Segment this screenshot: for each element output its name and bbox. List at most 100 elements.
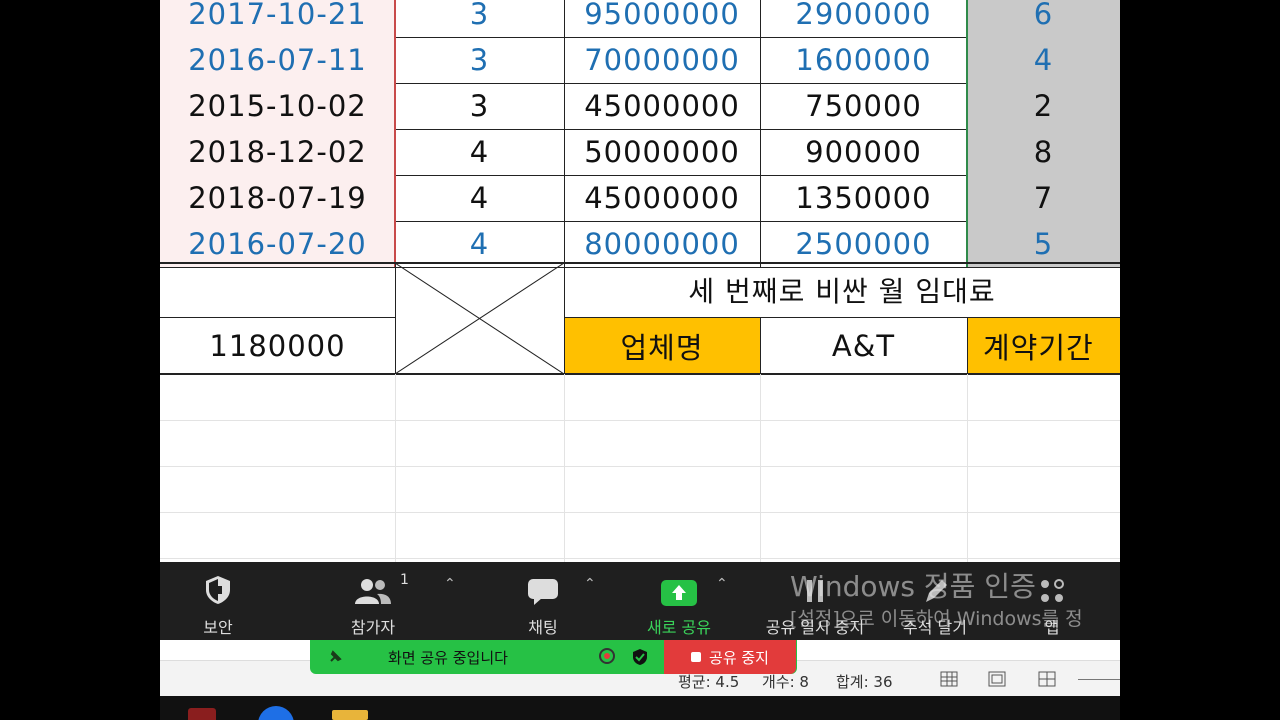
stop-share-label: 공유 중지 [709, 648, 769, 667]
period-label-cell[interactable]: 계약기간 [967, 317, 1120, 374]
count-cell[interactable]: 4 [395, 175, 564, 221]
company-value: A&T [831, 328, 896, 363]
rank-value: 7 [1033, 181, 1054, 215]
gridline [564, 374, 565, 562]
gridline [160, 466, 1120, 467]
empty-cell[interactable] [160, 263, 395, 317]
deposit-value: 80000000 [584, 227, 740, 261]
rank-cell[interactable]: 2 [967, 83, 1120, 129]
deposit-cell[interactable]: 50000000 [564, 129, 760, 175]
company-value-cell[interactable]: A&T [760, 317, 967, 374]
count-cell[interactable]: 3 [395, 0, 564, 37]
column-divider [394, 0, 396, 267]
apps-icon [1037, 562, 1067, 606]
summary-title-cell[interactable]: 세 번째로 비싼 월 임대료 [564, 263, 1120, 317]
participants-button[interactable]: 참가자 [340, 562, 406, 640]
divider [760, 317, 761, 374]
chevron-up-icon[interactable]: ⌃ [584, 576, 596, 592]
rank-cell[interactable]: 8 [967, 129, 1120, 175]
rent-value: 2500000 [795, 227, 932, 261]
rent-cell[interactable]: 1350000 [760, 175, 967, 221]
chat-button[interactable]: 채팅 [518, 562, 568, 640]
deposit-value: 45000000 [584, 181, 740, 215]
rent-cell[interactable]: 2900000 [760, 0, 967, 37]
rent-cell[interactable]: 2500000 [760, 221, 967, 267]
taskbar [160, 696, 1120, 720]
count-value: 4 [469, 181, 490, 215]
shield-icon [203, 562, 233, 606]
deposit-cell[interactable]: 70000000 [564, 37, 760, 83]
divider [160, 373, 1120, 375]
divider [395, 262, 396, 374]
date-cell[interactable]: 2015-10-02 [160, 83, 395, 129]
security-button[interactable]: 보안 [190, 562, 246, 640]
rank-cell[interactable]: 4 [967, 37, 1120, 83]
date-cell[interactable]: 2016-07-20 [160, 221, 395, 267]
chat-label: 채팅 [528, 618, 558, 637]
count-value: 3 [469, 43, 490, 77]
deposit-cell[interactable]: 45000000 [564, 175, 760, 221]
rank-value: 2 [1033, 89, 1054, 123]
rent-cell[interactable]: 900000 [760, 129, 967, 175]
rent-value: 750000 [805, 89, 922, 123]
record-icon[interactable] [599, 648, 615, 664]
count-cell[interactable]: 4 [395, 129, 564, 175]
new-share-button[interactable]: 새로 공유 [638, 562, 720, 640]
normal-view-icon[interactable] [940, 671, 958, 691]
count-cell[interactable]: 4 [395, 221, 564, 267]
folder-app-icon[interactable] [332, 710, 368, 720]
rank-cell[interactable]: 5 [967, 221, 1120, 267]
rank-cell[interactable]: 6 [967, 0, 1120, 37]
date-cell[interactable]: 2017-10-21 [160, 0, 395, 37]
rank-value: 8 [1033, 135, 1054, 169]
page-layout-icon[interactable] [988, 671, 1006, 691]
shield-check-icon[interactable] [632, 648, 648, 670]
zoom-app-icon[interactable] [258, 706, 294, 720]
divider [967, 317, 968, 374]
powerpoint-app-icon[interactable] [188, 708, 216, 720]
gridline [395, 374, 396, 562]
page-break-icon[interactable] [1038, 671, 1056, 691]
date-cell[interactable]: 2018-12-02 [160, 129, 395, 175]
count-value: 4 [469, 227, 490, 261]
pin-icon[interactable] [328, 648, 344, 668]
deposit-value: 95000000 [584, 0, 740, 31]
count-cell[interactable]: 3 [395, 37, 564, 83]
crossed-cell[interactable] [395, 263, 564, 374]
zoom-slider[interactable] [1078, 679, 1120, 680]
rank-cell[interactable]: 7 [967, 175, 1120, 221]
deposit-cell[interactable]: 80000000 [564, 221, 760, 267]
deposit-cell[interactable]: 45000000 [564, 83, 760, 129]
deposit-cell[interactable]: 95000000 [564, 0, 760, 37]
date-value: 2015-10-02 [188, 89, 367, 123]
period-label: 계약기간 [983, 330, 1094, 365]
date-value: 2016-07-20 [188, 227, 367, 261]
stop-share-button[interactable]: 공유 중지 [664, 640, 796, 674]
rent-cell[interactable]: 1600000 [760, 37, 967, 83]
summary-value-cell[interactable]: 1180000 [160, 317, 395, 374]
chat-icon [527, 562, 559, 606]
rank-value: 4 [1033, 43, 1054, 77]
deposit-value: 50000000 [584, 135, 740, 169]
company-label-cell[interactable]: 업체명 [564, 317, 760, 374]
count-cell[interactable]: 3 [395, 83, 564, 129]
share-screen-icon [661, 562, 697, 606]
date-value: 2018-12-02 [188, 135, 367, 169]
date-cell[interactable]: 2018-07-19 [160, 175, 395, 221]
sharing-status-text: 화면 공유 중입니다 [388, 649, 508, 667]
column-divider [760, 0, 761, 267]
status-count: 개수: 8 [762, 673, 809, 691]
rank-value: 5 [1033, 227, 1054, 261]
system-tray [896, 710, 1096, 720]
summary-title: 세 번째로 비싼 월 임대료 [688, 275, 996, 308]
chevron-up-icon[interactable]: ⌃ [716, 576, 728, 592]
date-value: 2018-07-19 [188, 181, 367, 215]
chevron-up-icon[interactable]: ⌃ [444, 576, 456, 592]
zoom-toolbar: 보안 참가자 1 ⌃ 채팅 ⌃ 새로 공유 ⌃ 공유 일시 중지 주석 달기 앱… [160, 562, 1120, 640]
rent-cell[interactable]: 750000 [760, 83, 967, 129]
date-cell[interactable]: 2016-07-11 [160, 37, 395, 83]
gridline [160, 512, 1120, 513]
security-label: 보안 [203, 618, 233, 637]
rank-value: 6 [1033, 0, 1054, 31]
divider [160, 262, 1120, 264]
